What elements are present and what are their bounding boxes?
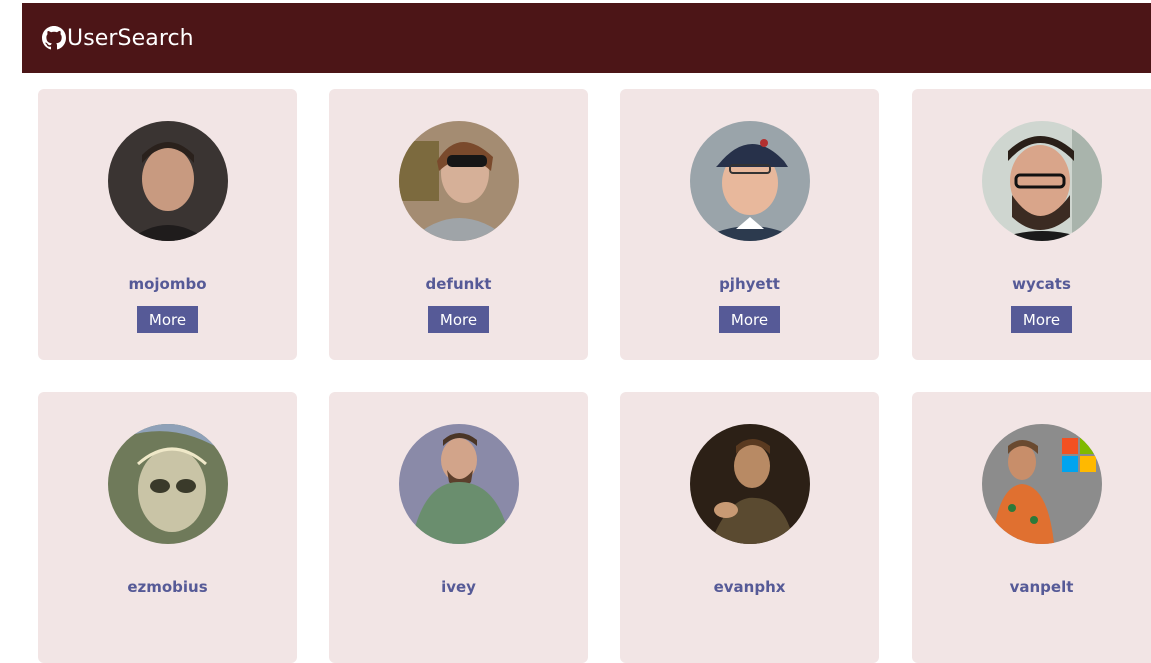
user-avatar (108, 121, 228, 241)
more-button[interactable]: More (428, 306, 489, 333)
user-card: defunkt More (329, 89, 588, 360)
user-card: vanpelt (912, 392, 1151, 663)
user-card: mojombo More (38, 89, 297, 360)
github-icon (42, 26, 66, 50)
user-avatar (690, 424, 810, 544)
user-card: pjhyett More (620, 89, 879, 360)
app-title: UserSearch (67, 25, 194, 51)
username[interactable]: pjhyett (620, 275, 879, 293)
more-button[interactable]: More (719, 306, 780, 333)
username[interactable]: ivey (329, 578, 588, 596)
brand[interactable]: UserSearch (42, 26, 194, 51)
username[interactable]: wycats (912, 275, 1151, 293)
username[interactable]: mojombo (38, 275, 297, 293)
user-card: evanphx (620, 392, 879, 663)
user-card: ezmobius (38, 392, 297, 663)
username[interactable]: vanpelt (912, 578, 1151, 596)
user-avatar (690, 121, 810, 241)
user-avatar (399, 121, 519, 241)
more-button[interactable]: More (1011, 306, 1072, 333)
username[interactable]: evanphx (620, 578, 879, 596)
user-avatar (399, 424, 519, 544)
user-avatar (982, 424, 1102, 544)
navbar: UserSearch (22, 3, 1151, 73)
user-avatar (108, 424, 228, 544)
user-card: ivey (329, 392, 588, 663)
more-button[interactable]: More (137, 306, 198, 333)
user-avatar (982, 121, 1102, 241)
user-card: wycats More (912, 89, 1151, 360)
username[interactable]: defunkt (329, 275, 588, 293)
username[interactable]: ezmobius (38, 578, 297, 596)
